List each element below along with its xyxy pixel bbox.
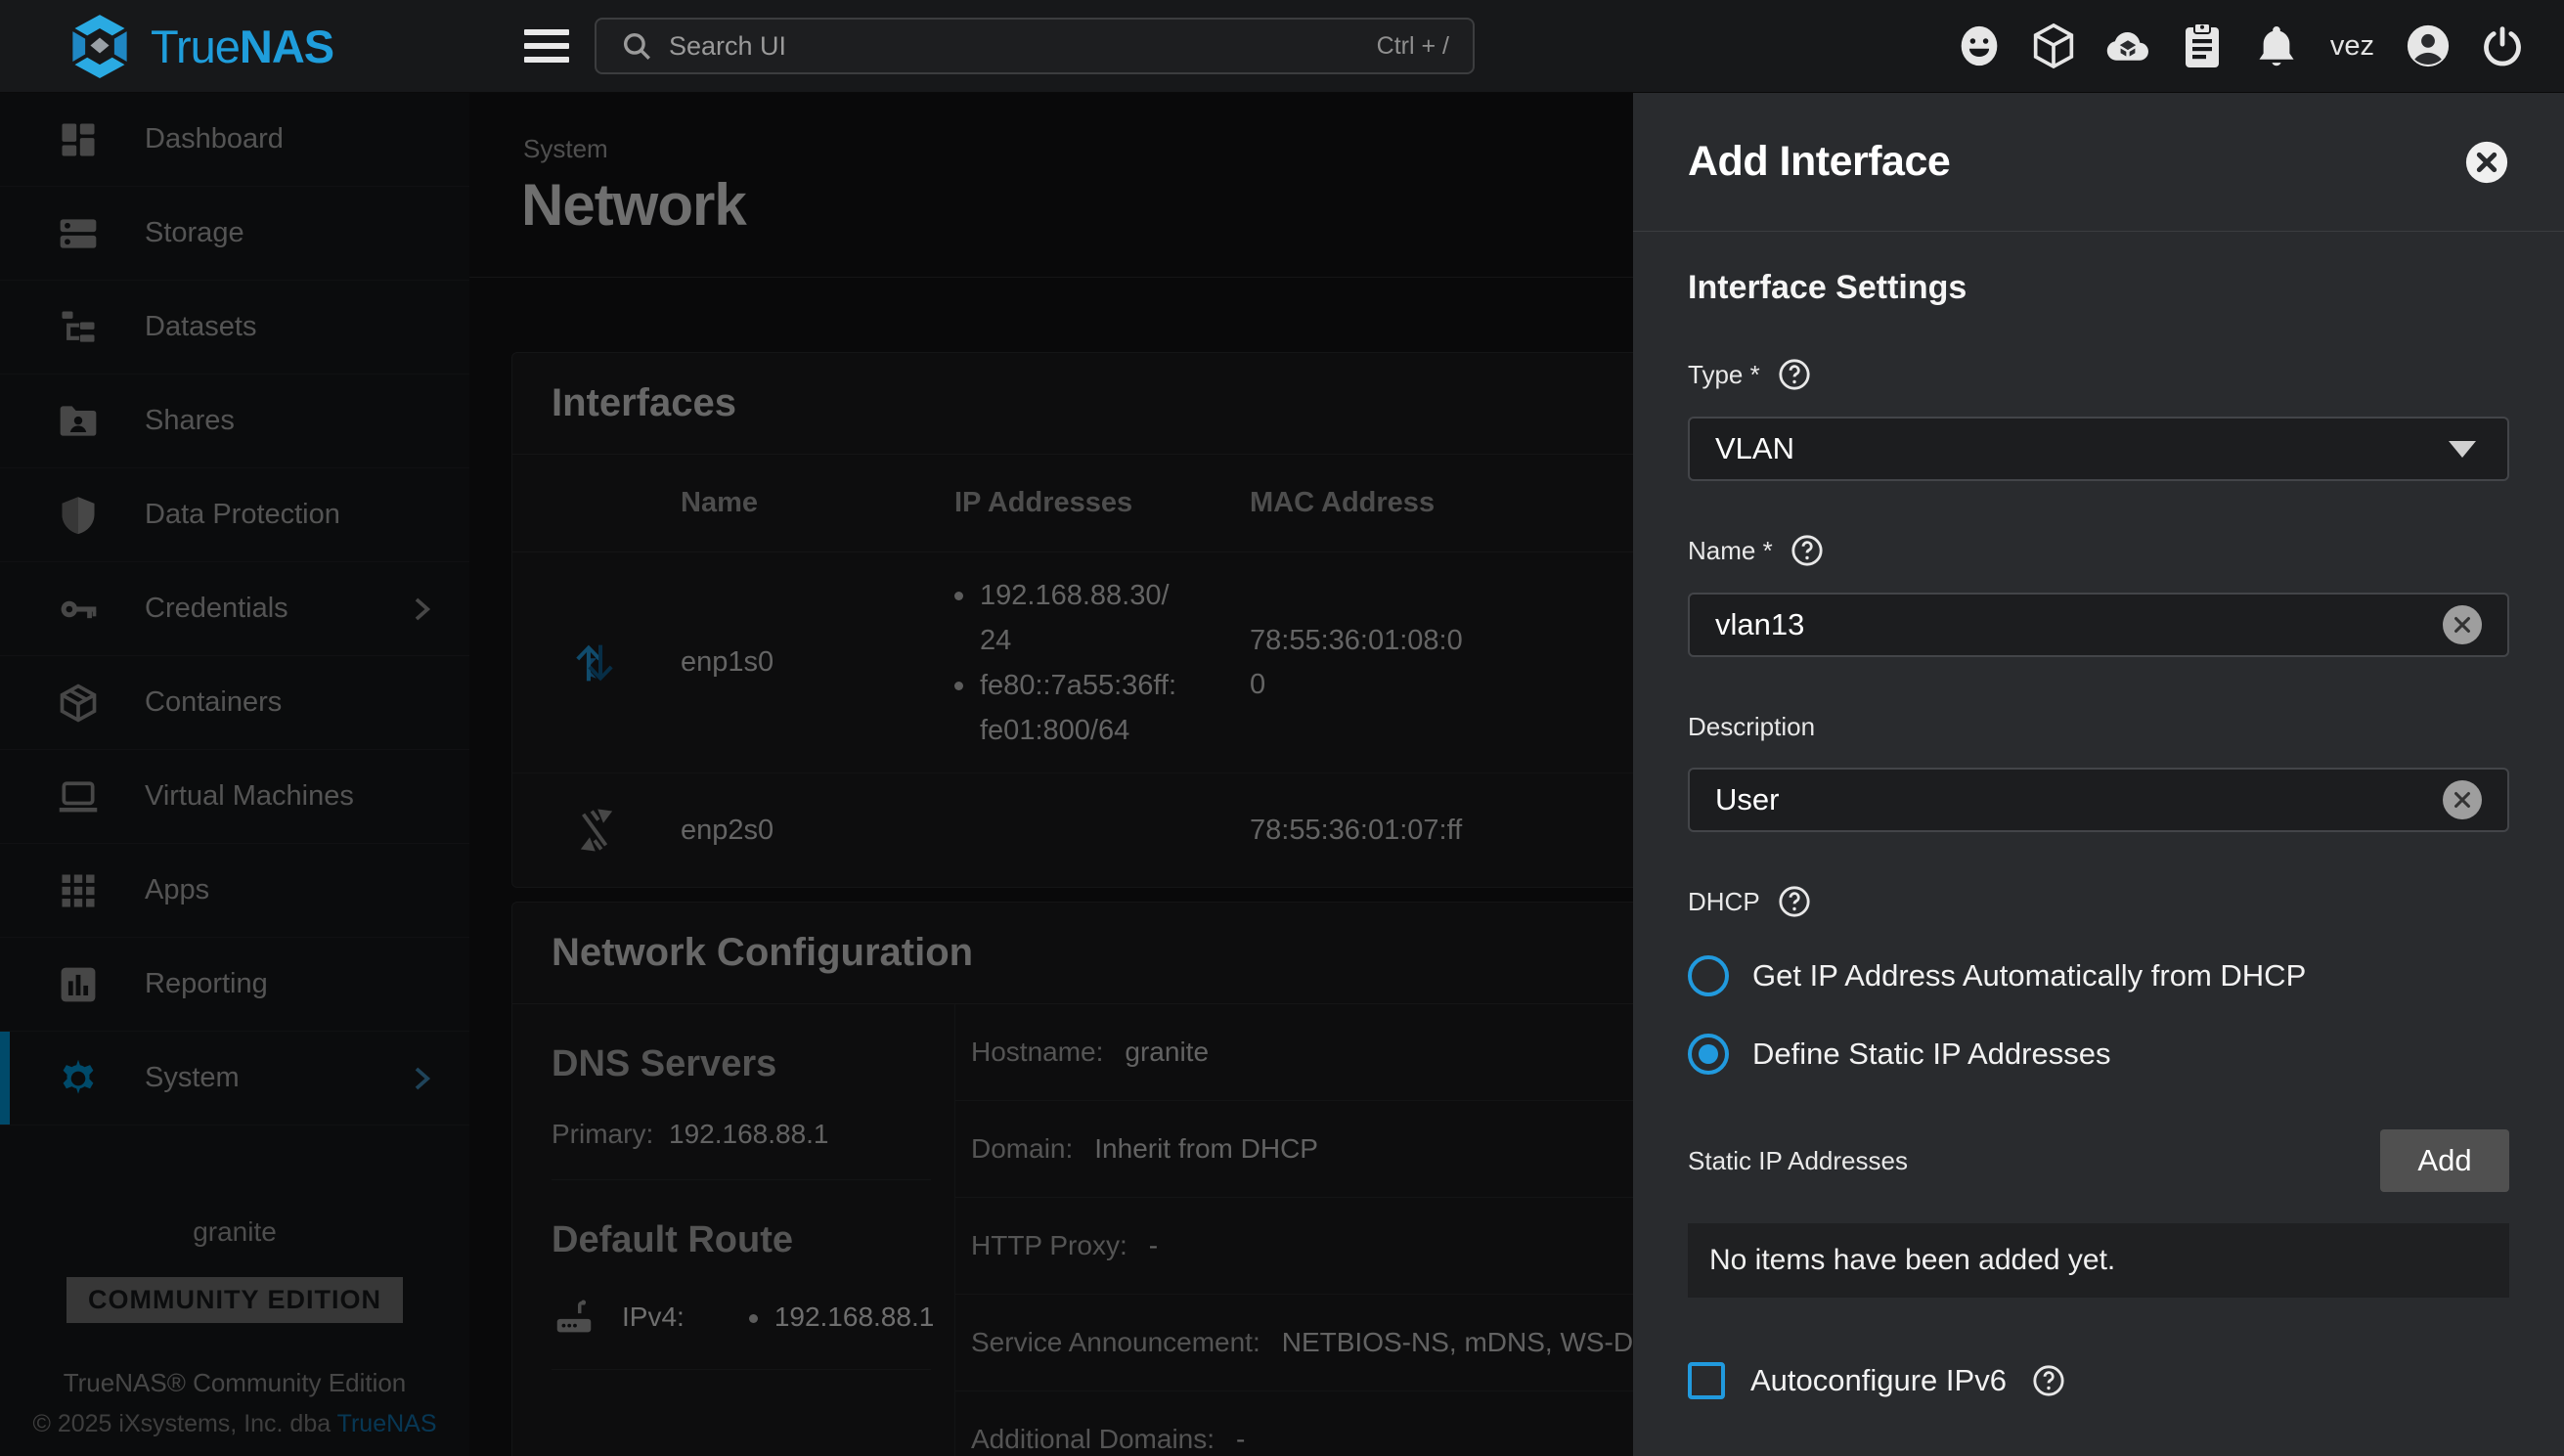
radio-selected-icon [1688,1034,1729,1075]
alerts-bell-icon[interactable] [2254,23,2299,68]
jobs-clipboard-icon[interactable] [2180,23,2225,68]
autoconfigure-ipv6-label: Autoconfigure IPv6 [1750,1363,2007,1398]
topbar: TrueNAS Ctrl + / [0,0,2564,93]
hostname-label: vez [2328,30,2376,63]
radio-dhcp[interactable]: Get IP Address Automatically from DHCP [1688,955,2509,996]
panel-header: Add Interface [1633,93,2564,232]
type-select-value: VLAN [1715,431,2449,466]
static-ip-empty-message: No items have been added yet. [1688,1223,2509,1298]
type-label: Type * [1688,358,2509,391]
description-field[interactable] [1715,782,2443,817]
user-avatar-icon[interactable] [2406,23,2451,68]
help-icon[interactable] [1778,885,1811,918]
radio-unselected-icon [1688,955,1729,996]
ix-systems-icon[interactable] [2031,23,2076,68]
description-label: Description [1688,712,2509,742]
search-shortcut: Ctrl + / [1377,32,1449,61]
power-icon[interactable] [2480,23,2525,68]
static-ip-section: Static IP Addresses Add [1688,1129,2509,1192]
name-field[interactable] [1715,607,2443,642]
truenas-logo[interactable]: TrueNAS [0,13,469,79]
dhcp-label: DHCP [1688,885,2509,918]
truenas-logo-text: TrueNAS [151,20,333,73]
feedback-icon[interactable] [1957,23,2002,68]
clear-icon[interactable] [2443,605,2482,644]
name-label: Name * [1688,534,2509,567]
close-icon[interactable] [2464,140,2509,185]
panel-body: Interface Settings Type * VLAN Name * De… [1633,269,2564,1399]
search-input[interactable] [669,31,1361,62]
add-static-ip-button[interactable]: Add [2380,1129,2509,1192]
truenas-app: TrueNAS Ctrl + / [0,0,2564,1456]
add-interface-panel: Add Interface Interface Settings Type * … [1633,93,2564,1456]
global-search[interactable]: Ctrl + / [595,18,1475,74]
truenas-connect-cloud-icon[interactable] [2105,23,2150,68]
static-ip-label: Static IP Addresses [1688,1146,1908,1176]
help-icon[interactable] [1790,534,1824,567]
panel-title: Add Interface [1688,138,1950,186]
radio-static[interactable]: Define Static IP Addresses [1688,1034,2509,1075]
menu-toggle-icon[interactable] [524,29,569,63]
topbar-actions: vez [1957,23,2564,68]
search-icon [620,29,653,63]
name-field-wrap [1688,593,2509,657]
help-icon[interactable] [2032,1364,2065,1397]
checkbox-unchecked-icon[interactable] [1688,1362,1725,1399]
dropdown-caret-icon [2449,441,2476,458]
help-icon[interactable] [1778,358,1811,391]
interface-settings-heading: Interface Settings [1688,269,2509,307]
type-select[interactable]: VLAN [1688,417,2509,481]
clear-icon[interactable] [2443,780,2482,819]
truenas-logo-icon [66,13,133,79]
autoconfigure-ipv6-row: Autoconfigure IPv6 [1688,1362,2509,1399]
description-field-wrap [1688,768,2509,832]
